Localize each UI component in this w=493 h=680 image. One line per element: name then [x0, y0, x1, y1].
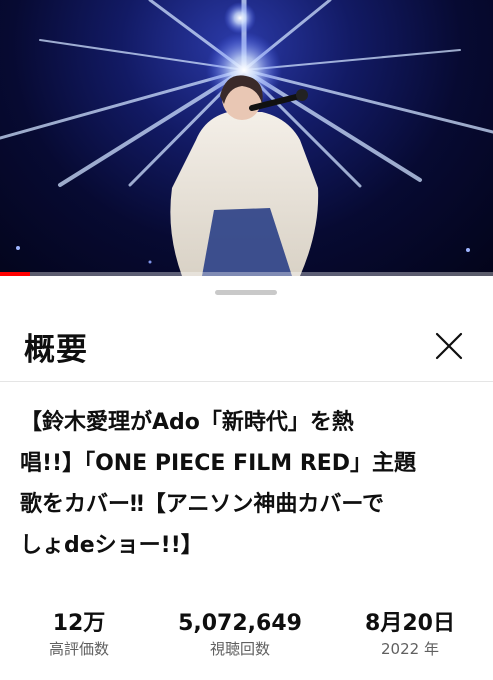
close-icon: [435, 332, 463, 360]
screen: 概要 【鈴木愛理がAdo「新時代」を熱 唱!!】「ONE PIECE FILM …: [0, 0, 493, 680]
video-title-line: しょdeショー!!】: [20, 533, 203, 558]
upload-date-stat: 8月20日 2022 年: [340, 609, 480, 659]
sheet-header: 概要: [0, 310, 493, 380]
close-button[interactable]: [429, 326, 469, 366]
likes-count: 12万: [52, 611, 106, 636]
upload-date: 8月20日: [365, 611, 455, 636]
likes-stat: 12万 高評価数: [20, 609, 138, 659]
header-divider: [0, 381, 493, 382]
video-progress-bar[interactable]: [0, 272, 493, 276]
views-count: 5,072,649: [178, 611, 302, 636]
views-stat: 5,072,649 視聴回数: [150, 609, 330, 659]
video-title-line: 唱!!】「ONE PIECE FILM RED」主題: [20, 451, 417, 476]
views-label: 視聴回数: [209, 640, 270, 658]
upload-year: 2022 年: [381, 640, 439, 658]
video-player[interactable]: [0, 0, 493, 276]
video-frame-image: [0, 0, 493, 276]
video-title: 【鈴木愛理がAdo「新時代」を熱 唱!!】「ONE PIECE FILM RED…: [20, 402, 475, 566]
video-title-line: 【鈴木愛理がAdo「新時代」を熱: [20, 410, 354, 435]
drag-handle[interactable]: [215, 290, 277, 295]
sheet-title: 概要: [24, 332, 88, 368]
video-stats: 12万 高評価数 5,072,649 視聴回数 8月20日 2022 年: [0, 609, 493, 669]
video-title-line: 歌をカバー‼【アニソン神曲カバーで: [20, 492, 385, 517]
description-sheet: 概要 【鈴木愛理がAdo「新時代」を熱 唱!!】「ONE PIECE FILM …: [0, 278, 493, 680]
video-progress-fill: [0, 272, 30, 276]
likes-label: 高評価数: [48, 640, 109, 658]
